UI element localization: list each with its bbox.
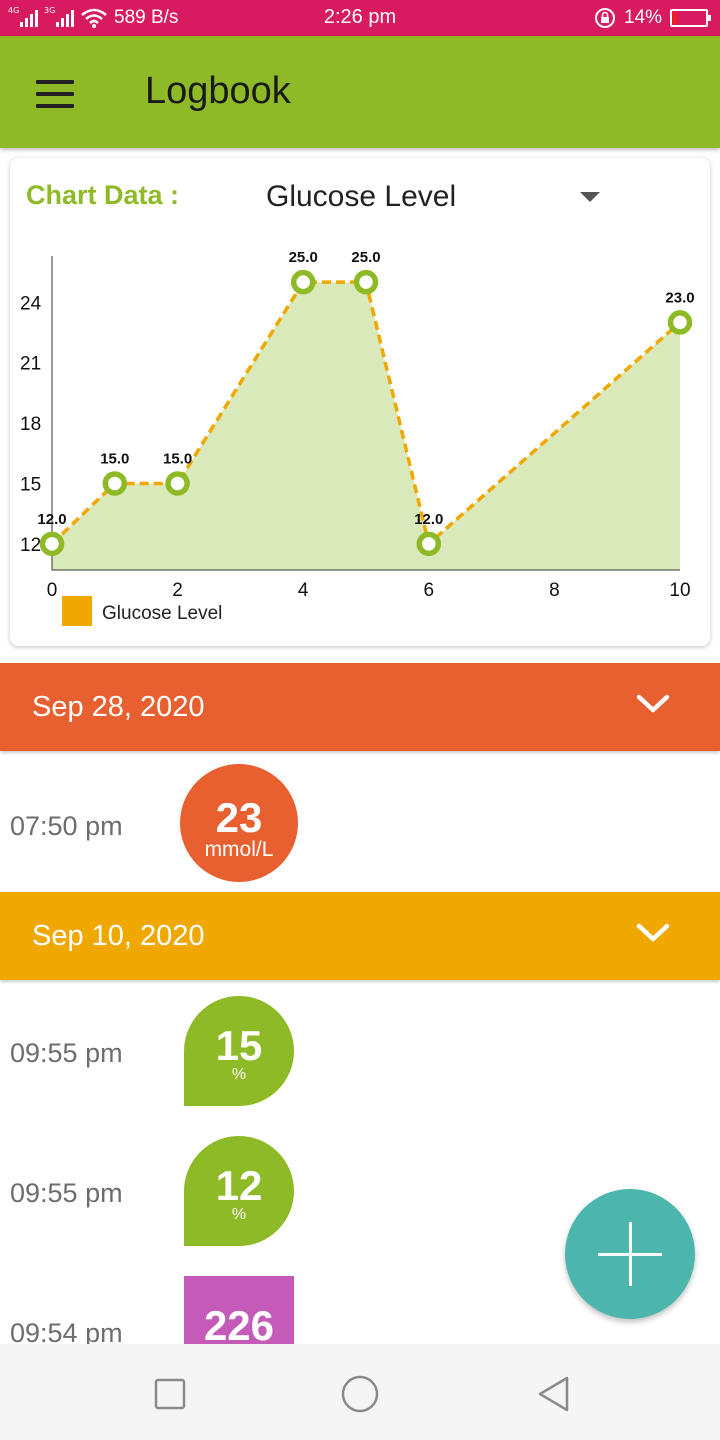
series-area [52, 282, 680, 570]
data-label: 25.0 [289, 249, 318, 266]
reading-badge: 12 % [184, 1136, 294, 1246]
date-header[interactable]: Sep 10, 2020 [0, 892, 720, 980]
list-item[interactable]: 07:50 pm 23 mmol/L [0, 761, 720, 891]
add-entry-button[interactable] [565, 1189, 695, 1319]
chart-card: Chart Data : Glucose Level 12 15 18 21 24 0 2 4… [10, 158, 710, 646]
chevron-down-icon [636, 923, 670, 942]
data-point [416, 531, 442, 557]
reading-value: 12 [215, 1162, 263, 1209]
back-triangle-icon[interactable] [534, 1374, 574, 1414]
reading-unit: % [231, 1066, 247, 1083]
reading-badge: 226 [184, 1276, 294, 1344]
legend-swatch [62, 596, 92, 626]
x-tick-label: 6 [424, 580, 435, 601]
x-tick-label: 2 [172, 580, 183, 601]
legend-label: Glucose Level [102, 603, 222, 624]
data-point [667, 310, 693, 335]
home-circle-icon[interactable] [340, 1374, 380, 1414]
battery-icon [670, 9, 711, 27]
x-tick-label: 8 [549, 580, 560, 601]
x-tick-label: 0 [47, 580, 58, 601]
recents-square-icon[interactable] [150, 1374, 190, 1414]
data-point [165, 471, 190, 496]
data-point [39, 531, 65, 557]
battery-percent: 14% [623, 7, 662, 28]
app-bar: Logbook [0, 36, 720, 148]
x-tick-label: 4 [298, 580, 309, 601]
entry-time: 07:50 pm [10, 811, 123, 841]
data-point [290, 269, 316, 295]
date-header-label: Sep 10, 2020 [32, 920, 205, 952]
y-tick-label: 24 [20, 293, 42, 314]
date-header-label: Sep 28, 2020 [32, 691, 205, 723]
data-label: 12.0 [414, 511, 443, 528]
menu-icon[interactable] [36, 80, 76, 108]
y-tick-label: 21 [20, 354, 41, 375]
data-label: 12.0 [37, 511, 66, 528]
entry-time: 09:54 pm [10, 1318, 123, 1344]
rotation-lock-icon [594, 8, 615, 28]
entry-time: 09:55 pm [10, 1038, 123, 1068]
data-point [353, 269, 379, 295]
x-tick-label: 10 [669, 580, 690, 601]
data-label: 25.0 [351, 249, 380, 266]
data-label: 15.0 [100, 450, 129, 467]
list-item[interactable]: 09:55 pm 15 % [0, 995, 720, 1125]
y-tick-label: 12 [20, 535, 41, 556]
page-title: Logbook [145, 70, 291, 112]
status-bar: 4G 3G 589 B/s 2:26 pm 14% [0, 0, 720, 36]
system-nav-bar [0, 1344, 720, 1440]
reading-unit: % [231, 1206, 247, 1223]
reading-unit: mmol/L [204, 838, 274, 861]
glucose-chart: 12151821240 2 4 6 8 1012.015.0 15.025.0 25.012.… [20, 249, 695, 626]
date-header[interactable]: Sep 28, 2020 [0, 663, 720, 751]
data-point [102, 471, 128, 496]
y-tick-label: 15 [20, 474, 41, 495]
entry-time: 09:55 pm [10, 1178, 123, 1208]
reading-value: 23 [215, 794, 263, 841]
data-label: 15.0 [163, 450, 192, 467]
reading-badge: 23 mmol/L [180, 764, 298, 882]
y-tick-label: 18 [20, 414, 41, 435]
data-label: 23.0 [665, 289, 694, 306]
reading-badge: 15 % [184, 996, 294, 1106]
chevron-down-icon [636, 694, 670, 713]
reading-value: 226 [203, 1302, 275, 1344]
plus-icon [629, 1222, 632, 1286]
reading-value: 15 [215, 1022, 263, 1069]
status-right: 14% [594, 5, 711, 31]
